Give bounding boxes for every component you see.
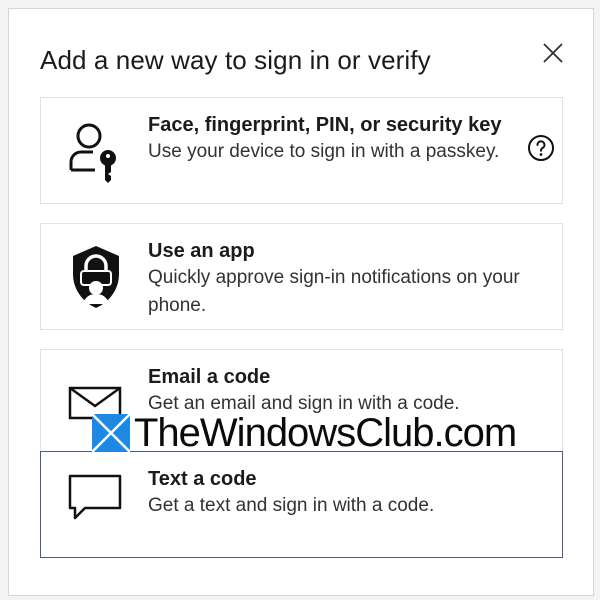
help-button[interactable] — [527, 134, 555, 162]
option-text-code[interactable]: Text a code Get a text and sign in with … — [40, 451, 563, 558]
option-title: Text a code — [148, 468, 257, 490]
option-use-app[interactable]: Use an app Quickly approve sign-in notif… — [40, 223, 563, 330]
option-title: Face, fingerprint, PIN, or security key — [148, 114, 502, 136]
option-title: Email a code — [148, 366, 271, 388]
dialog-title: Add a new way to sign in or verify — [40, 45, 431, 75]
question-icon — [528, 135, 554, 161]
option-description: Quickly approve sign-in notifications on… — [148, 267, 520, 316]
chat-bubble-icon — [63, 466, 129, 532]
person-key-icon — [63, 118, 129, 184]
option-email-code[interactable]: Email a code Get an email and sign in wi… — [40, 349, 563, 456]
option-description: Use your device to sign in with a passke… — [148, 141, 500, 162]
envelope-icon — [63, 370, 129, 436]
authenticator-app-icon — [63, 244, 129, 310]
option-description: Get a text and sign in with a code. — [148, 495, 435, 516]
add-sign-in-method-dialog: Add a new way to sign in or verify Face,… — [8, 8, 594, 596]
option-passkey[interactable]: Face, fingerprint, PIN, or security key … — [40, 97, 563, 204]
option-title: Use an app — [148, 240, 255, 262]
close-icon — [543, 43, 563, 63]
close-button[interactable] — [541, 41, 565, 65]
option-description: Get an email and sign in with a code. — [148, 393, 460, 414]
